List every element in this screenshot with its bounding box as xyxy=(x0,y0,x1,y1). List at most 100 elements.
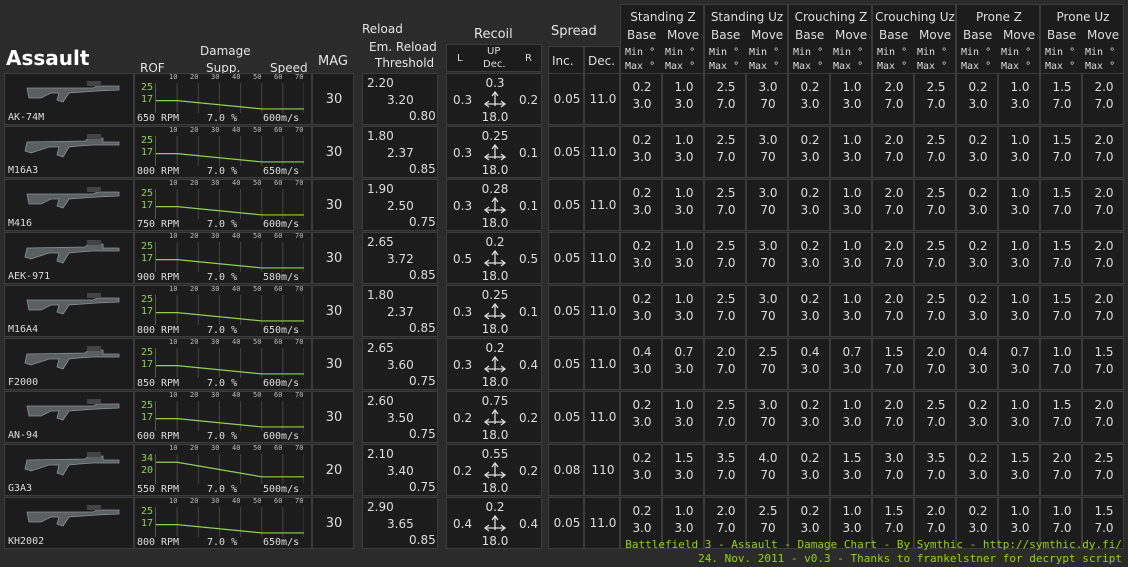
spread-max-value: 7.0 xyxy=(1094,468,1114,482)
spread-max-value: 3.0 xyxy=(968,256,988,270)
max-label: Max ° xyxy=(1045,61,1076,72)
spread-min-value: 1.0 xyxy=(842,239,862,253)
spread-dec-value: 110 xyxy=(591,463,615,477)
min-label: Min ° xyxy=(709,47,740,58)
weapon-image-cell: AN-94 xyxy=(4,391,134,443)
tick-label: 50 xyxy=(253,391,262,399)
spread-stance-cell: 3.0 70 xyxy=(746,179,788,231)
spread-min-value: 1.5 xyxy=(1052,239,1072,253)
stance-name: Standing Z xyxy=(630,10,696,24)
spread-max-value: 3.0 xyxy=(842,256,862,270)
recoil-left-value: 0.3 xyxy=(453,305,473,319)
weapon-name: G3A3 xyxy=(8,483,33,494)
spread-min-value: 3.0 xyxy=(884,451,904,465)
spread-stance-cell: 1.0 3.0 xyxy=(998,232,1040,284)
rof-value: 650 xyxy=(137,113,156,124)
max-label: Max ° xyxy=(1001,61,1032,72)
rpm-label: RPM xyxy=(161,166,180,177)
damage-max: 25 xyxy=(141,294,154,305)
tick-label: 10 xyxy=(169,179,178,187)
weapon-image-cell: M16A3 xyxy=(4,126,134,178)
base-label: Base xyxy=(711,28,741,42)
recoil-cell: 0.3 0.3 18.0 0.2 xyxy=(446,73,542,125)
spread-dec-cell: 11.0 xyxy=(584,126,620,178)
spread-min-value: 0.2 xyxy=(800,504,820,518)
spread-stance-cell: 0.4 3.0 xyxy=(956,338,998,390)
tick-label: 30 xyxy=(211,497,220,505)
stance-header-0: Standing Z Base Move Min ° Min ° Max ° Max ° xyxy=(620,4,704,74)
spread-max-value: 3.0 xyxy=(674,97,694,111)
tick-label: 60 xyxy=(274,444,283,452)
recoil-right-value: 0.5 xyxy=(519,252,539,266)
spread-min-value: 0.2 xyxy=(632,186,652,200)
spread-inc-cell: 0.05 xyxy=(548,497,584,549)
tick-label: 20 xyxy=(190,444,199,452)
em-reload-value: 3.65 xyxy=(387,517,414,531)
spread-stance-cell: 1.5 7.0 xyxy=(1040,179,1082,231)
reload-value: 2.65 xyxy=(367,341,394,355)
recoil-cell: 0.2 0.75 18.0 0.2 xyxy=(446,391,542,443)
damage-min: 17 xyxy=(141,200,154,211)
spread-stance-cell: 2.0 7.0 xyxy=(704,338,746,390)
rof-value: 800 xyxy=(137,537,156,548)
spread-max-value: 7.0 xyxy=(884,150,904,164)
spread-max-value: 7.0 xyxy=(1052,203,1072,217)
damage-max: 34 xyxy=(141,453,154,464)
spread-dec-cell: 11.0 xyxy=(584,179,620,231)
weapon-image-cell: G3A3 xyxy=(4,444,134,496)
rpm-label: RPM xyxy=(161,272,180,283)
spread-stance-cell: 4.0 70 xyxy=(746,444,788,496)
spread-min-value: 0.2 xyxy=(632,451,652,465)
spread-stance-cell: 3.0 70 xyxy=(746,232,788,284)
spread-stance-cell: 1.0 3.0 xyxy=(998,73,1040,125)
spread-stance-cell: 0.2 3.0 xyxy=(788,179,830,231)
spread-stance-cell: 1.0 3.0 xyxy=(830,232,872,284)
spread-inc-value: 0.05 xyxy=(553,357,581,371)
spread-min-value: 0.4 xyxy=(800,345,820,359)
weapon-image-cell: M416 xyxy=(4,179,134,231)
damage-chart xyxy=(155,189,304,219)
stance-header-1: Standing Uz Base Move Min ° Min ° Max ° Max ° xyxy=(704,4,788,74)
spread-min-value: 0.2 xyxy=(800,451,820,465)
spread-stance-cell: 0.2 3.0 xyxy=(956,73,998,125)
tick-label: 40 xyxy=(232,338,241,346)
mag-value: 30 xyxy=(325,410,343,425)
spread-max-value: 70 xyxy=(760,362,776,376)
tick-label: 60 xyxy=(274,73,283,81)
spread-min-value: 2.5 xyxy=(716,133,736,147)
recoil-right-value: 0.1 xyxy=(519,305,539,319)
max-label: Max ° xyxy=(961,61,992,72)
stance-name: Prone Uz xyxy=(1056,10,1110,24)
spread-max-value: 3.0 xyxy=(968,203,988,217)
rpm-label: RPM xyxy=(161,219,180,230)
em-reload-value: 2.37 xyxy=(387,305,414,319)
footer-line-1: Battlefield 3 - Assault - Damage Chart -… xyxy=(625,538,1122,551)
tick-label: 70 xyxy=(295,126,304,134)
damage-chart xyxy=(155,507,304,537)
spread-inc-cell: 0.05 xyxy=(548,179,584,231)
spread-max-value: 7.0 xyxy=(1094,203,1114,217)
spread-min-value: 2.0 xyxy=(884,239,904,253)
spread-max-value: 7.0 xyxy=(716,521,736,535)
spread-max-value: 3.0 xyxy=(1010,203,1030,217)
reload-value: 2.20 xyxy=(367,76,394,90)
spread-min-value: 0.7 xyxy=(1010,345,1030,359)
spread-max-value: 3.0 xyxy=(968,468,988,482)
move-label: Move xyxy=(751,28,784,42)
spread-max-value: 3.0 xyxy=(632,203,652,217)
spread-min-value: 2.0 xyxy=(716,504,736,518)
damage-cell: 10 20 30 40 50 60 70 25 17 800 RPM 7.0 % 650m/s xyxy=(134,497,312,549)
tick-label: 30 xyxy=(211,179,220,187)
spread-max-value: 3.0 xyxy=(800,468,820,482)
recoil-left-value: 0.3 xyxy=(453,358,473,372)
spread-min-value: 1.0 xyxy=(1010,186,1030,200)
spread-max-value: 3.0 xyxy=(842,468,862,482)
spread-max-value: 3.0 xyxy=(800,150,820,164)
tick-label: 50 xyxy=(253,338,262,346)
spread-min-value: 1.0 xyxy=(1010,239,1030,253)
tick-label: 40 xyxy=(232,179,241,187)
spread-stance-cell: 0.7 3.0 xyxy=(662,338,704,390)
spread-max-value: 3.0 xyxy=(842,97,862,111)
spread-max-value: 3.0 xyxy=(674,309,694,323)
speed-value: 600m/s xyxy=(263,431,300,442)
